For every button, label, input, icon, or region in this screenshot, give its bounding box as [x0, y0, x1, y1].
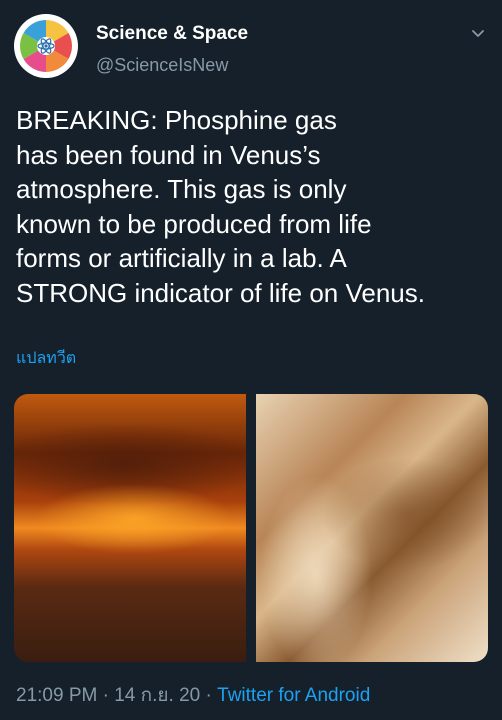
chevron-down-icon[interactable] — [468, 24, 488, 44]
meta-separator: · — [97, 685, 115, 706]
user-handle[interactable]: @ScienceIsNew — [96, 55, 228, 76]
tweet-text: BREAKING: Phosphine gas has been found i… — [16, 105, 425, 308]
tweet-time[interactable]: 21:09 PM — [16, 685, 97, 706]
tweet-date[interactable]: 14 ก.ย. 20 — [114, 685, 200, 706]
media-image-venus-surface[interactable] — [14, 394, 246, 662]
meta-separator: · — [200, 685, 218, 706]
tweet-meta: 21:09 PM · 14 ก.ย. 20 · Twitter for Andr… — [16, 680, 370, 710]
tweet: Science & Space @ScienceIsNew BREAKING: … — [0, 0, 502, 720]
science-logo-icon — [16, 16, 76, 76]
media-image-venus-clouds[interactable] — [256, 394, 488, 662]
avatar[interactable] — [14, 14, 78, 78]
tweet-source-link[interactable]: Twitter for Android — [217, 685, 370, 706]
media-grid — [14, 394, 488, 662]
media-divider — [246, 394, 256, 662]
translate-tweet-link[interactable]: แปลทวีต — [16, 346, 76, 371]
display-name[interactable]: Science & Space — [96, 23, 248, 45]
